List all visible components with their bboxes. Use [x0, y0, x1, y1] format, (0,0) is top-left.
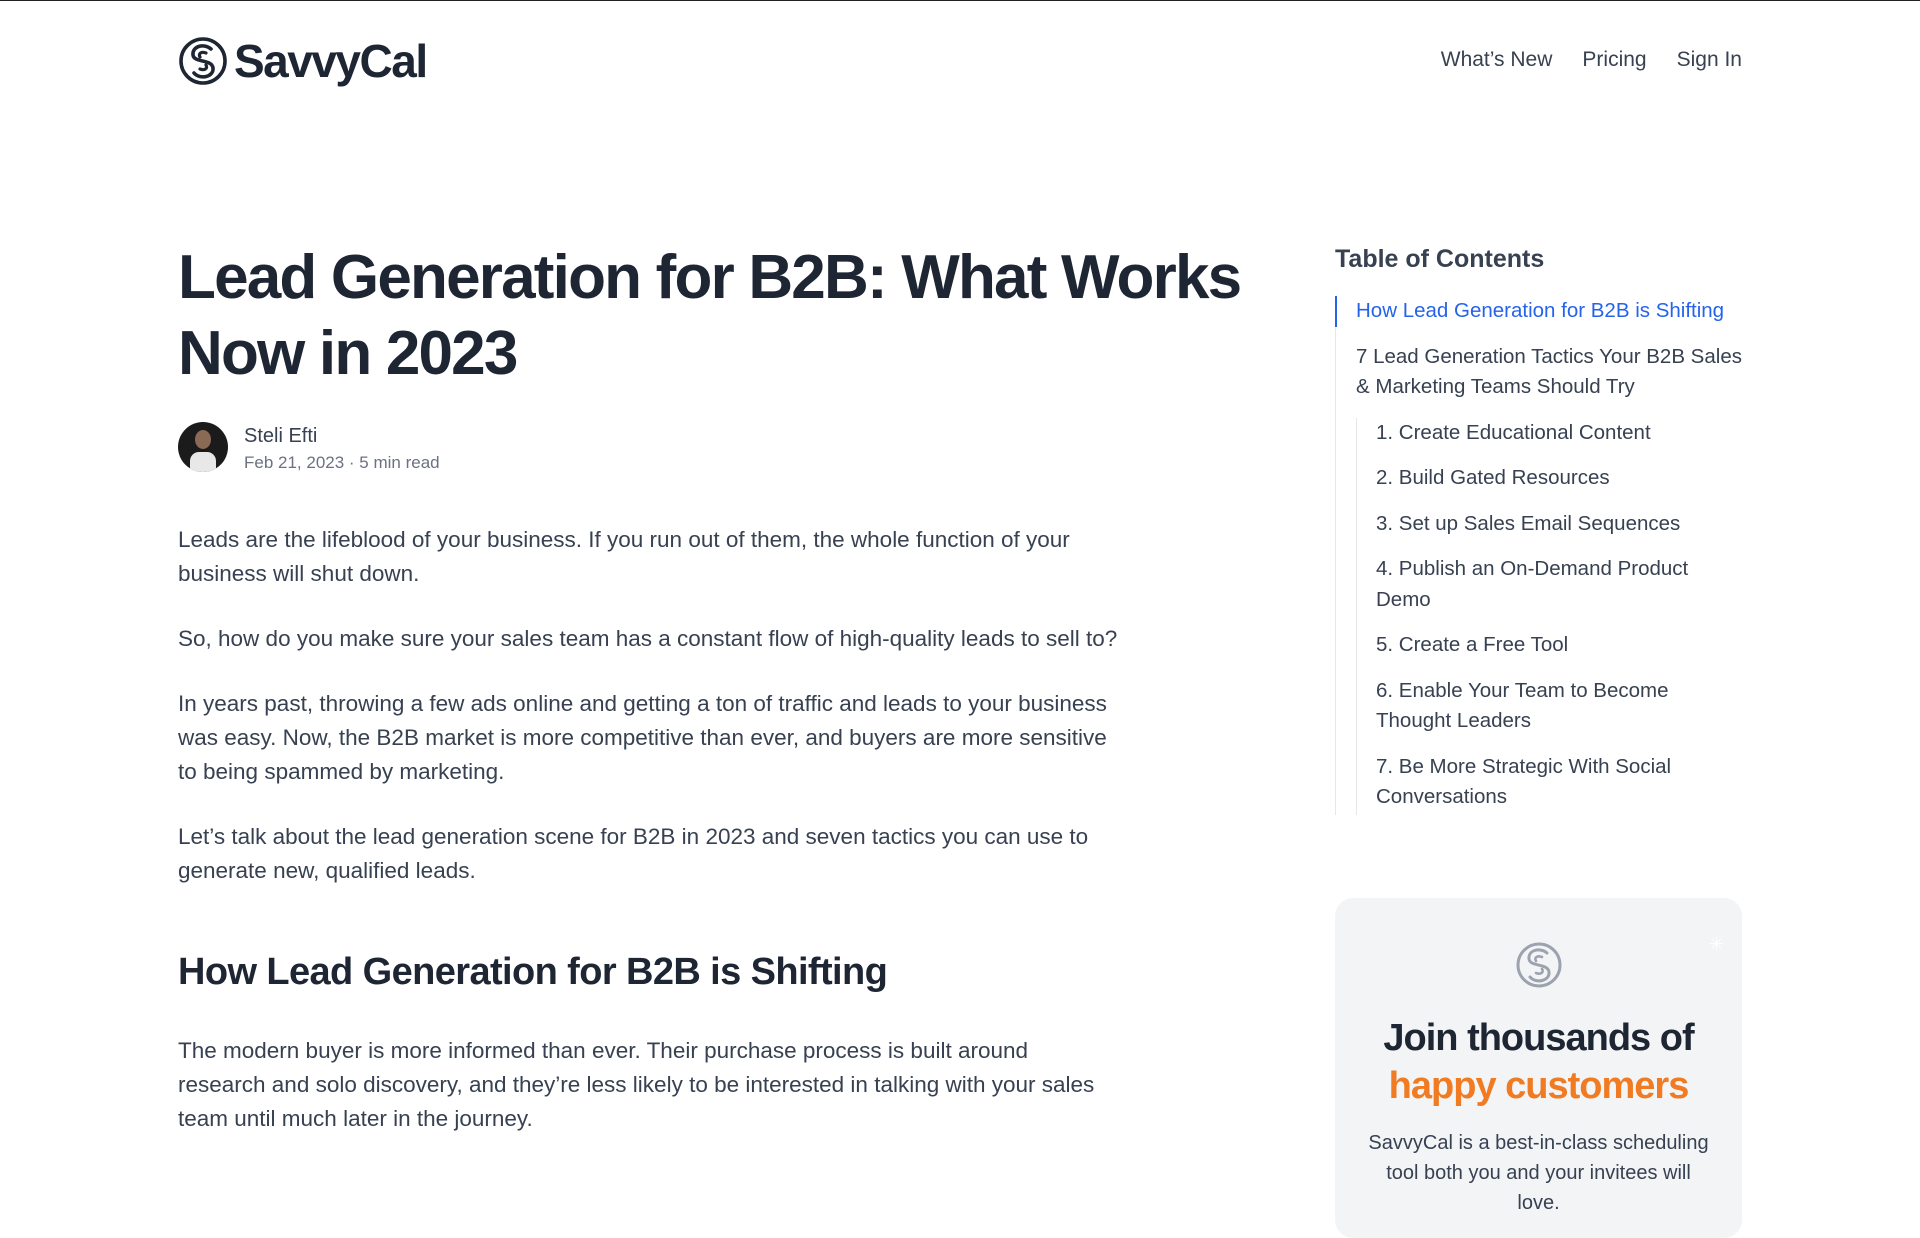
toc-subitem-1[interactable]: 1. Create Educational Content — [1357, 418, 1745, 449]
paragraph: The modern buyer is more informed than e… — [178, 1038, 1095, 1131]
sparkle-icon: ✳ — [1708, 934, 1724, 954]
toc-title: Table of Contents — [1335, 245, 1545, 273]
cta-subtext: SavvyCal is a best-in-class scheduling t… — [1368, 1132, 1709, 1214]
signup-cta-card: ✳ Join thousands of happy customers Savv… — [1335, 898, 1742, 1238]
nav-sign-in[interactable]: Sign In — [1677, 46, 1742, 74]
cta-heading-line1: Join thousands of — [1383, 1017, 1694, 1059]
nav-pricing[interactable]: Pricing — [1582, 46, 1646, 74]
toc-item-shifting[interactable]: How Lead Generation for B2B is Shifting — [1335, 296, 1745, 327]
toc-subitem-4[interactable]: 4. Publish an On-Demand Product Demo — [1357, 554, 1745, 615]
paragraph: In years past, throwing a few ads online… — [178, 691, 1107, 784]
savvycal-s-icon — [179, 37, 227, 85]
table-of-contents: Table of Contents How Lead Generation fo… — [1335, 242, 1745, 815]
article-title: Lead Generation for B2B: What Works Now … — [178, 243, 1242, 388]
toc-item-tactics[interactable]: 7 Lead Generation Tactics Your B2B Sales… — [1336, 342, 1745, 403]
author-name: Steli Efti — [244, 425, 318, 447]
article-meta: Feb 21, 2023 · 5 min read — [244, 453, 440, 472]
nav-whats-new[interactable]: What’s New — [1441, 46, 1553, 74]
brand-name: SavvyCal — [234, 35, 428, 87]
site-header: SavvyCal What’s New Pricing Sign In — [178, 30, 1742, 94]
toc-subitem-3[interactable]: 3. Set up Sales Email Sequences — [1357, 509, 1745, 540]
paragraph: Leads are the lifeblood of your business… — [178, 527, 1070, 586]
toc-subitem-7[interactable]: 7. Be More Strategic With Social Convers… — [1357, 752, 1745, 815]
toc-subitem-5[interactable]: 5. Create a Free Tool — [1357, 630, 1745, 661]
section-heading: How Lead Generation for B2B is Shifting — [178, 951, 888, 993]
paragraph: Let’s talk about the lead generation sce… — [178, 824, 1089, 883]
top-border — [0, 0, 1920, 1]
toc-sublist: 1. Create Educational Content 2. Build G… — [1356, 417, 1745, 815]
article: Lead Generation for B2B: What Works Now … — [178, 240, 1278, 1167]
toc-list: How Lead Generation for B2B is Shifting … — [1335, 296, 1745, 815]
logo-link[interactable]: SavvyCal — [178, 34, 428, 88]
savvycal-s-icon — [1516, 942, 1561, 988]
paragraph: So, how do you make sure your sales team… — [178, 626, 1118, 651]
main-nav: What’s New Pricing Sign In — [1441, 46, 1742, 74]
toc-subitem-6[interactable]: 6. Enable Your Team to Become Thought Le… — [1357, 676, 1745, 737]
cta-heading-line2: happy customers — [1388, 1065, 1690, 1107]
article-body: Leads are the lifeblood of your business… — [178, 523, 1118, 1136]
author-avatar — [178, 422, 228, 472]
toc-subitem-2[interactable]: 2. Build Gated Resources — [1357, 463, 1745, 494]
byline: Steli Efti Feb 21, 2023 · 5 min read — [178, 422, 1278, 475]
cta-heading: Join thousands of happy customers — [1335, 1014, 1742, 1110]
